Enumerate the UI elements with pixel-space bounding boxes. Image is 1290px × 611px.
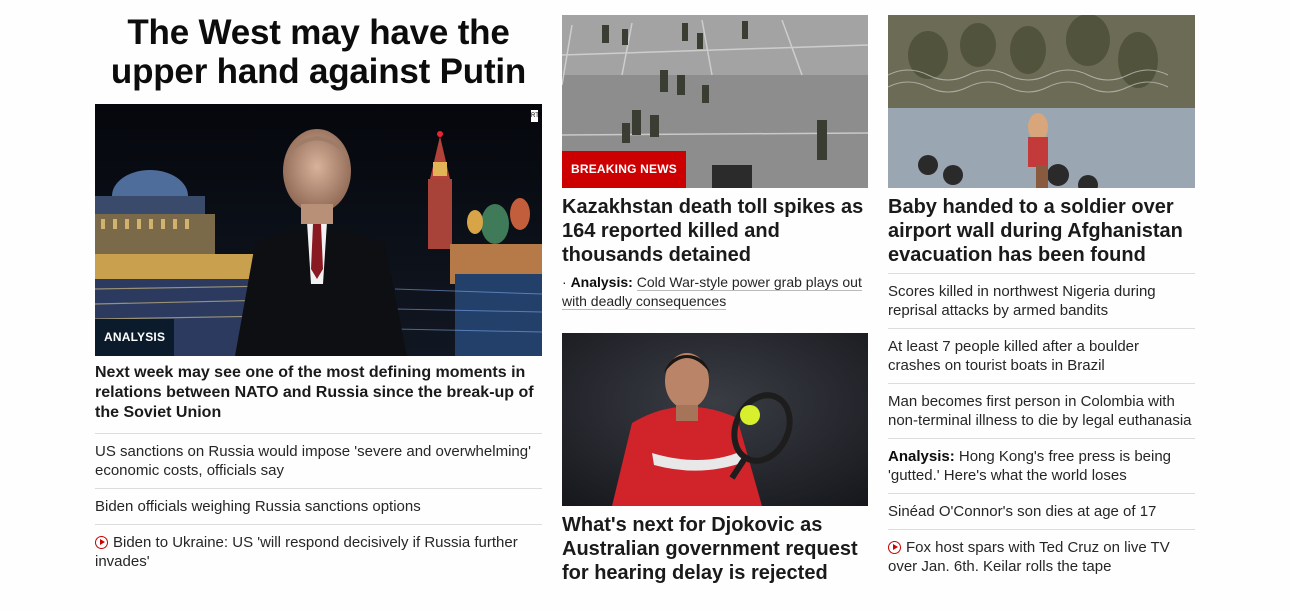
djokovic-photo — [562, 333, 868, 506]
list-item[interactable]: US sanctions on Russia would impose 'sev… — [95, 433, 542, 488]
lead-story-image[interactable]: RTR ANALYSIS — [95, 104, 542, 356]
afghanistan-story-image[interactable] — [888, 15, 1195, 188]
right-related-links: Scores killed in northwest Nigeria durin… — [888, 273, 1195, 584]
right-column: Baby handed to a soldier over airport wa… — [888, 0, 1195, 584]
source-watermark: RTR — [531, 110, 542, 122]
list-item[interactable]: Man becomes first person in Colombia wit… — [888, 383, 1195, 438]
link-text[interactable]: Sinéad O'Connor's son dies at age of 17 — [888, 503, 1156, 520]
video-play-icon — [95, 536, 108, 549]
middle-column: BREAKING NEWS Kazakhstan death toll spik… — [562, 0, 868, 591]
list-item[interactable]: Biden officials weighing Russia sanction… — [95, 488, 542, 524]
link-text[interactable]: Scores killed in northwest Nigeria durin… — [888, 283, 1156, 319]
link-text[interactable]: Fox host spars with Ted Cruz on live TV … — [888, 539, 1170, 575]
link-text[interactable]: US sanctions on Russia would impose 'sev… — [95, 443, 531, 479]
list-item[interactable]: Analysis: Hong Kong's free press is bein… — [888, 438, 1195, 493]
link-text[interactable]: Man becomes first person in Colombia wit… — [888, 393, 1192, 429]
kazakhstan-story-image[interactable]: BREAKING NEWS — [562, 15, 868, 188]
list-item[interactable]: Scores killed in northwest Nigeria durin… — [888, 273, 1195, 328]
link-text[interactable]: Biden officials weighing Russia sanction… — [95, 498, 421, 515]
lead-story-column: The West may have the upper hand against… — [95, 0, 542, 579]
list-item[interactable]: Sinéad O'Connor's son dies at age of 17 — [888, 493, 1195, 529]
analysis-label: Analysis: — [570, 274, 633, 290]
analysis-label: Analysis: — [888, 448, 955, 465]
airport-wall-photo — [888, 15, 1195, 188]
breaking-news-badge: BREAKING NEWS — [562, 151, 686, 188]
lead-story-title[interactable]: The West may have the upper hand against… — [95, 13, 542, 91]
list-item[interactable]: At least 7 people killed after a boulder… — [888, 328, 1195, 383]
list-item[interactable]: Fox host spars with Ted Cruz on live TV … — [888, 529, 1195, 584]
djokovic-story-image[interactable] — [562, 333, 868, 506]
lead-story-headline[interactable]: Next week may see one of the most defini… — [95, 363, 542, 423]
list-item[interactable]: Biden to Ukraine: US 'will respond decis… — [95, 524, 542, 579]
afghanistan-headline[interactable]: Baby handed to a soldier over airport wa… — [888, 195, 1195, 267]
djokovic-headline[interactable]: What's next for Djokovic as Australian g… — [562, 513, 868, 585]
link-text[interactable]: Biden to Ukraine: US 'will respond decis… — [95, 534, 518, 570]
lead-related-links: US sanctions on Russia would impose 'sev… — [95, 433, 542, 579]
analysis-badge: ANALYSIS — [95, 319, 175, 356]
kazakhstan-headline[interactable]: Kazakhstan death toll spikes as 164 repo… — [562, 195, 868, 267]
kazakhstan-analysis-link[interactable]: · Analysis: Cold War-style power grab pl… — [562, 273, 868, 311]
video-play-icon — [888, 541, 901, 554]
link-text[interactable]: At least 7 people killed after a boulder… — [888, 338, 1139, 374]
